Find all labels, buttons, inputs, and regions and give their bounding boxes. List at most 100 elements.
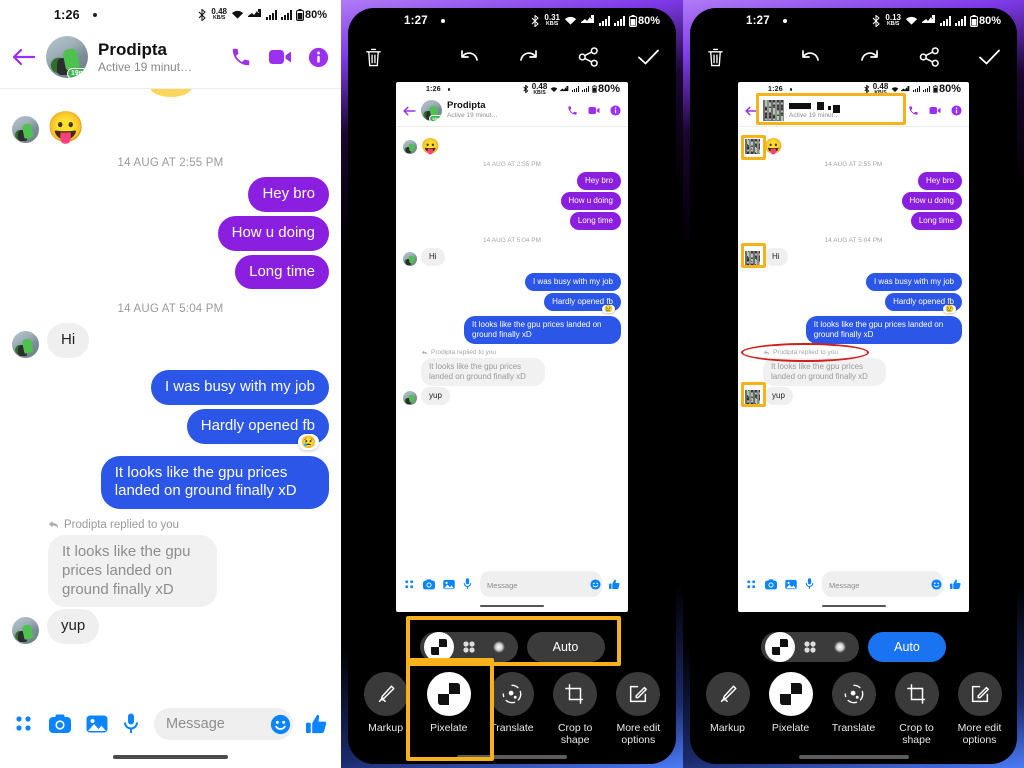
- message-bubble: Hi: [764, 248, 788, 266]
- tool-markup[interactable]: Markup: [697, 671, 759, 734]
- translate-lens-icon[interactable]: [489, 671, 534, 716]
- redo-arrow-icon[interactable]: [518, 48, 540, 66]
- reply-label-text: Prodipta replied to you: [773, 349, 839, 356]
- panel-editor-pixelate-selected: 1:27 0.31 KB/S 80% 1:26 0.48 KB/S 80% 19…: [341, 0, 683, 768]
- share-nodes-icon[interactable]: [578, 47, 599, 67]
- battery-indicator: 80%: [628, 14, 660, 27]
- blur-dot-style-icon[interactable]: [825, 632, 855, 662]
- message-bubble[interactable]: I was busy with my job: [150, 370, 329, 405]
- message-bubble[interactable]: It looks like the gpu prices landed on g…: [100, 455, 329, 509]
- pixelate-style-selector[interactable]: [419, 631, 518, 662]
- emoji-message: 😛: [47, 111, 85, 144]
- table-row[interactable]: Hey bro: [12, 177, 329, 212]
- blur-dot-style-icon[interactable]: [484, 632, 514, 662]
- back-arrow-icon[interactable]: [12, 48, 36, 66]
- checkmark-icon[interactable]: [978, 48, 1001, 66]
- undo-arrow-icon[interactable]: [799, 48, 821, 66]
- thumbs-up-icon[interactable]: [306, 714, 327, 735]
- message-thread[interactable]: 😛 14 AUG AT 2:55 PM Hey bro How u doing …: [0, 89, 341, 696]
- crop-shape-icon[interactable]: [553, 671, 598, 716]
- tool-label: Translate: [831, 721, 876, 734]
- status-time: 1:26: [54, 8, 80, 22]
- pixelate-blocks-icon[interactable]: [768, 671, 813, 716]
- tool-crop-to-shape[interactable]: Crop to shape: [886, 671, 948, 746]
- edit-square-pencil-icon[interactable]: [616, 671, 661, 716]
- message-bubble[interactable]: How u doing: [217, 215, 329, 251]
- quoted-message[interactable]: It looks like the gpu prices landed on g…: [48, 535, 217, 608]
- smiley-sticker-icon[interactable]: [270, 714, 291, 735]
- message-bubble: It looks like the gpu prices landed on g…: [805, 316, 962, 344]
- tool-pixelate[interactable]: Pixelate: [418, 671, 480, 734]
- tool-translate[interactable]: Translate: [481, 671, 543, 734]
- timestamp: 14 AUG AT 2:55 PM: [824, 161, 883, 168]
- editor-toolbar: [348, 34, 676, 80]
- table-row[interactable]: Long time: [12, 254, 329, 290]
- message-bubble: It looks like the gpu prices landed on g…: [464, 316, 621, 344]
- message-bubble: How u doing: [901, 192, 962, 210]
- phone-call-icon[interactable]: [230, 46, 252, 68]
- back-arrow-icon: [745, 106, 758, 116]
- tool-pixelate[interactable]: Pixelate: [760, 671, 822, 734]
- mosaic-block-style-icon[interactable]: [423, 631, 454, 662]
- battery-indicator: 80%: [295, 8, 327, 21]
- table-row[interactable]: Hardly opened fb 😢: [12, 408, 329, 450]
- tool-translate[interactable]: Translate: [823, 671, 885, 734]
- table-row[interactable]: yup: [12, 609, 329, 644]
- tool-more-edit-options[interactable]: More edit options: [949, 671, 1011, 746]
- camera-icon[interactable]: [49, 714, 71, 734]
- apps-grid-icon[interactable]: [14, 714, 34, 734]
- crop-shape-icon[interactable]: [894, 671, 939, 716]
- wifi-icon: [905, 15, 918, 26]
- undo-arrow-icon[interactable]: [458, 48, 480, 66]
- pen-markup-icon[interactable]: [363, 671, 408, 716]
- info-icon[interactable]: [308, 47, 329, 68]
- edit-square-pencil-icon[interactable]: [957, 671, 1002, 716]
- pen-markup-icon[interactable]: [705, 671, 750, 716]
- dots-cluster-style-icon[interactable]: [795, 632, 825, 662]
- table-row[interactable]: How u doing: [12, 215, 329, 251]
- message-bubble[interactable]: Hi: [47, 323, 90, 358]
- auto-button[interactable]: Auto: [526, 631, 605, 662]
- message-reaction[interactable]: 😢: [298, 433, 319, 450]
- edited-screenshot-preview[interactable]: 1:26 0.48 KB/S 80% Active 19 minut… 😛 14…: [738, 82, 969, 612]
- tool-crop-to-shape[interactable]: Crop to shape: [544, 671, 606, 746]
- avatar[interactable]: 19m: [46, 36, 88, 78]
- reply-arrow-icon: [48, 520, 59, 529]
- video-call-icon: [929, 106, 941, 115]
- share-nodes-icon[interactable]: [919, 47, 940, 67]
- message-row-emoji: 😛: [12, 113, 329, 143]
- message-bubble[interactable]: Hey bro: [248, 177, 329, 212]
- tool-more-edit-options[interactable]: More edit options: [607, 671, 669, 746]
- edited-screenshot-preview[interactable]: 1:26 0.48 KB/S 80% 19m Prodipta Active 1…: [396, 82, 628, 612]
- contact-name[interactable]: Prodipta: [98, 40, 220, 60]
- table-row[interactable]: I was busy with my job: [12, 370, 329, 405]
- pixelate-blocks-icon[interactable]: [426, 671, 471, 716]
- video-call-icon: [588, 106, 600, 115]
- microphone-icon[interactable]: [123, 713, 139, 735]
- auto-button[interactable]: Auto: [868, 631, 946, 662]
- network-speed-indicator: 0.48 KB/S: [211, 7, 227, 22]
- trash-can-icon[interactable]: [364, 47, 383, 68]
- trash-can-icon[interactable]: [706, 47, 725, 68]
- message-bubble: I was busy with my job: [865, 273, 962, 291]
- gallery-image-icon: [785, 579, 797, 590]
- signal-bars-sim1-icon: [939, 15, 951, 26]
- tool-markup[interactable]: Markup: [355, 671, 417, 734]
- message-bubble[interactable]: Long time: [235, 254, 329, 290]
- redo-arrow-icon[interactable]: [859, 48, 881, 66]
- translate-lens-icon[interactable]: [831, 671, 876, 716]
- message-bubble[interactable]: yup: [47, 609, 100, 644]
- signal-bars-sim1-icon: [265, 9, 277, 20]
- notification-dot-icon: [782, 19, 787, 23]
- mobile-data-icon: [247, 9, 262, 20]
- timestamp: 14 AUG AT 5:04 PM: [117, 303, 224, 316]
- table-row[interactable]: Hi: [12, 323, 329, 358]
- video-call-icon[interactable]: [268, 48, 292, 66]
- table-row[interactable]: It looks like the gpu prices landed on g…: [12, 455, 329, 509]
- pixelate-style-selector[interactable]: [761, 631, 859, 662]
- mosaic-block-style-icon[interactable]: [765, 631, 795, 662]
- gallery-image-icon[interactable]: [86, 714, 108, 734]
- dots-cluster-style-icon[interactable]: [454, 632, 484, 662]
- mobile-data-icon: [921, 15, 936, 26]
- checkmark-icon[interactable]: [637, 48, 660, 66]
